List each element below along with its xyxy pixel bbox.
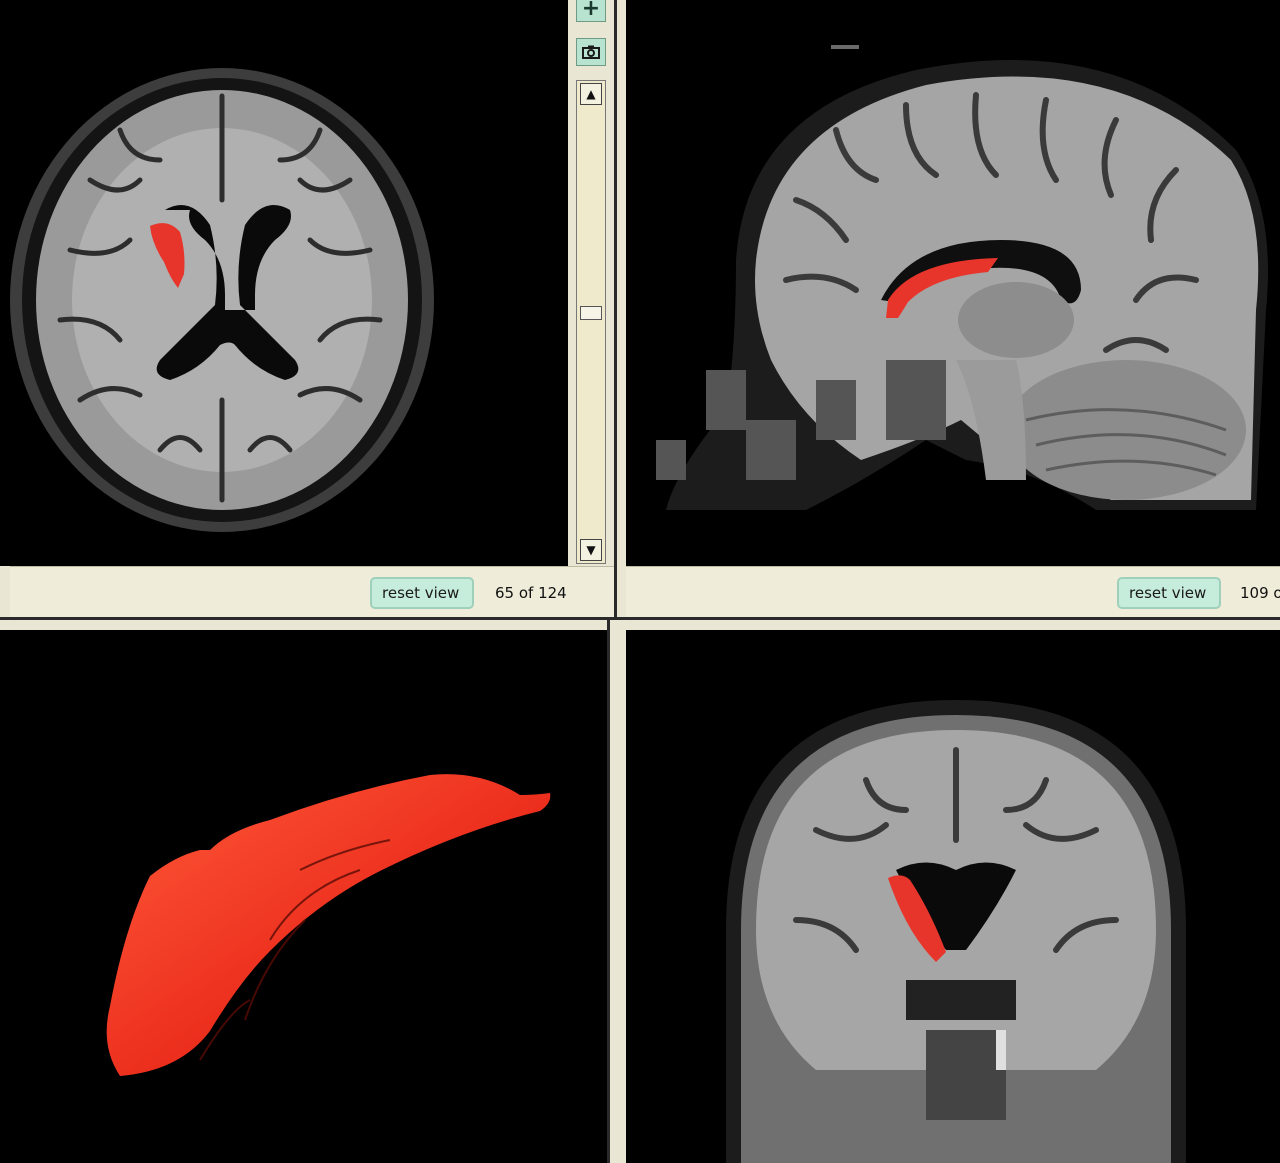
coronal-view[interactable] — [626, 630, 1280, 1163]
axial-brain-image — [10, 68, 434, 532]
horizontal-gap — [0, 620, 1280, 630]
plus-icon: + — [581, 0, 601, 21]
sagittal-reset-view-button[interactable]: reset view — [1117, 577, 1221, 609]
sagittal-status-bar: reset view 109 of 1 — [626, 566, 1280, 617]
surface-3d-view[interactable] — [0, 630, 607, 1163]
arrow-up-icon: ▲ — [586, 87, 596, 101]
sagittal-slice-counter: 109 of 1 — [1240, 584, 1280, 602]
sagittal-brain-image — [656, 45, 1268, 510]
axial-status-bar: reset view 65 of 124 — [10, 566, 614, 617]
add-button[interactable]: + — [576, 0, 606, 22]
arrow-down-icon: ▼ — [586, 543, 596, 557]
vertical-divider-lower[interactable] — [607, 620, 610, 1163]
axial-view[interactable] — [0, 0, 568, 566]
vertical-gap-lower — [617, 620, 626, 1163]
axial-reset-view-button[interactable]: reset view — [370, 577, 474, 609]
camera-icon — [582, 45, 600, 59]
scroll-thumb[interactable] — [580, 306, 602, 320]
scroll-up-button[interactable]: ▲ — [580, 83, 602, 105]
axial-slice-counter: 65 of 124 — [495, 584, 567, 602]
slice-scrollbar[interactable]: ▲ ▼ — [576, 80, 606, 564]
coronal-brain-image — [726, 700, 1186, 1163]
vertical-divider[interactable] — [614, 0, 617, 620]
status-edge — [0, 566, 10, 617]
camera-button[interactable] — [576, 38, 606, 66]
3d-surface-render — [106, 774, 551, 1076]
scroll-down-button[interactable]: ▼ — [580, 539, 602, 561]
sagittal-view[interactable] — [626, 0, 1280, 566]
